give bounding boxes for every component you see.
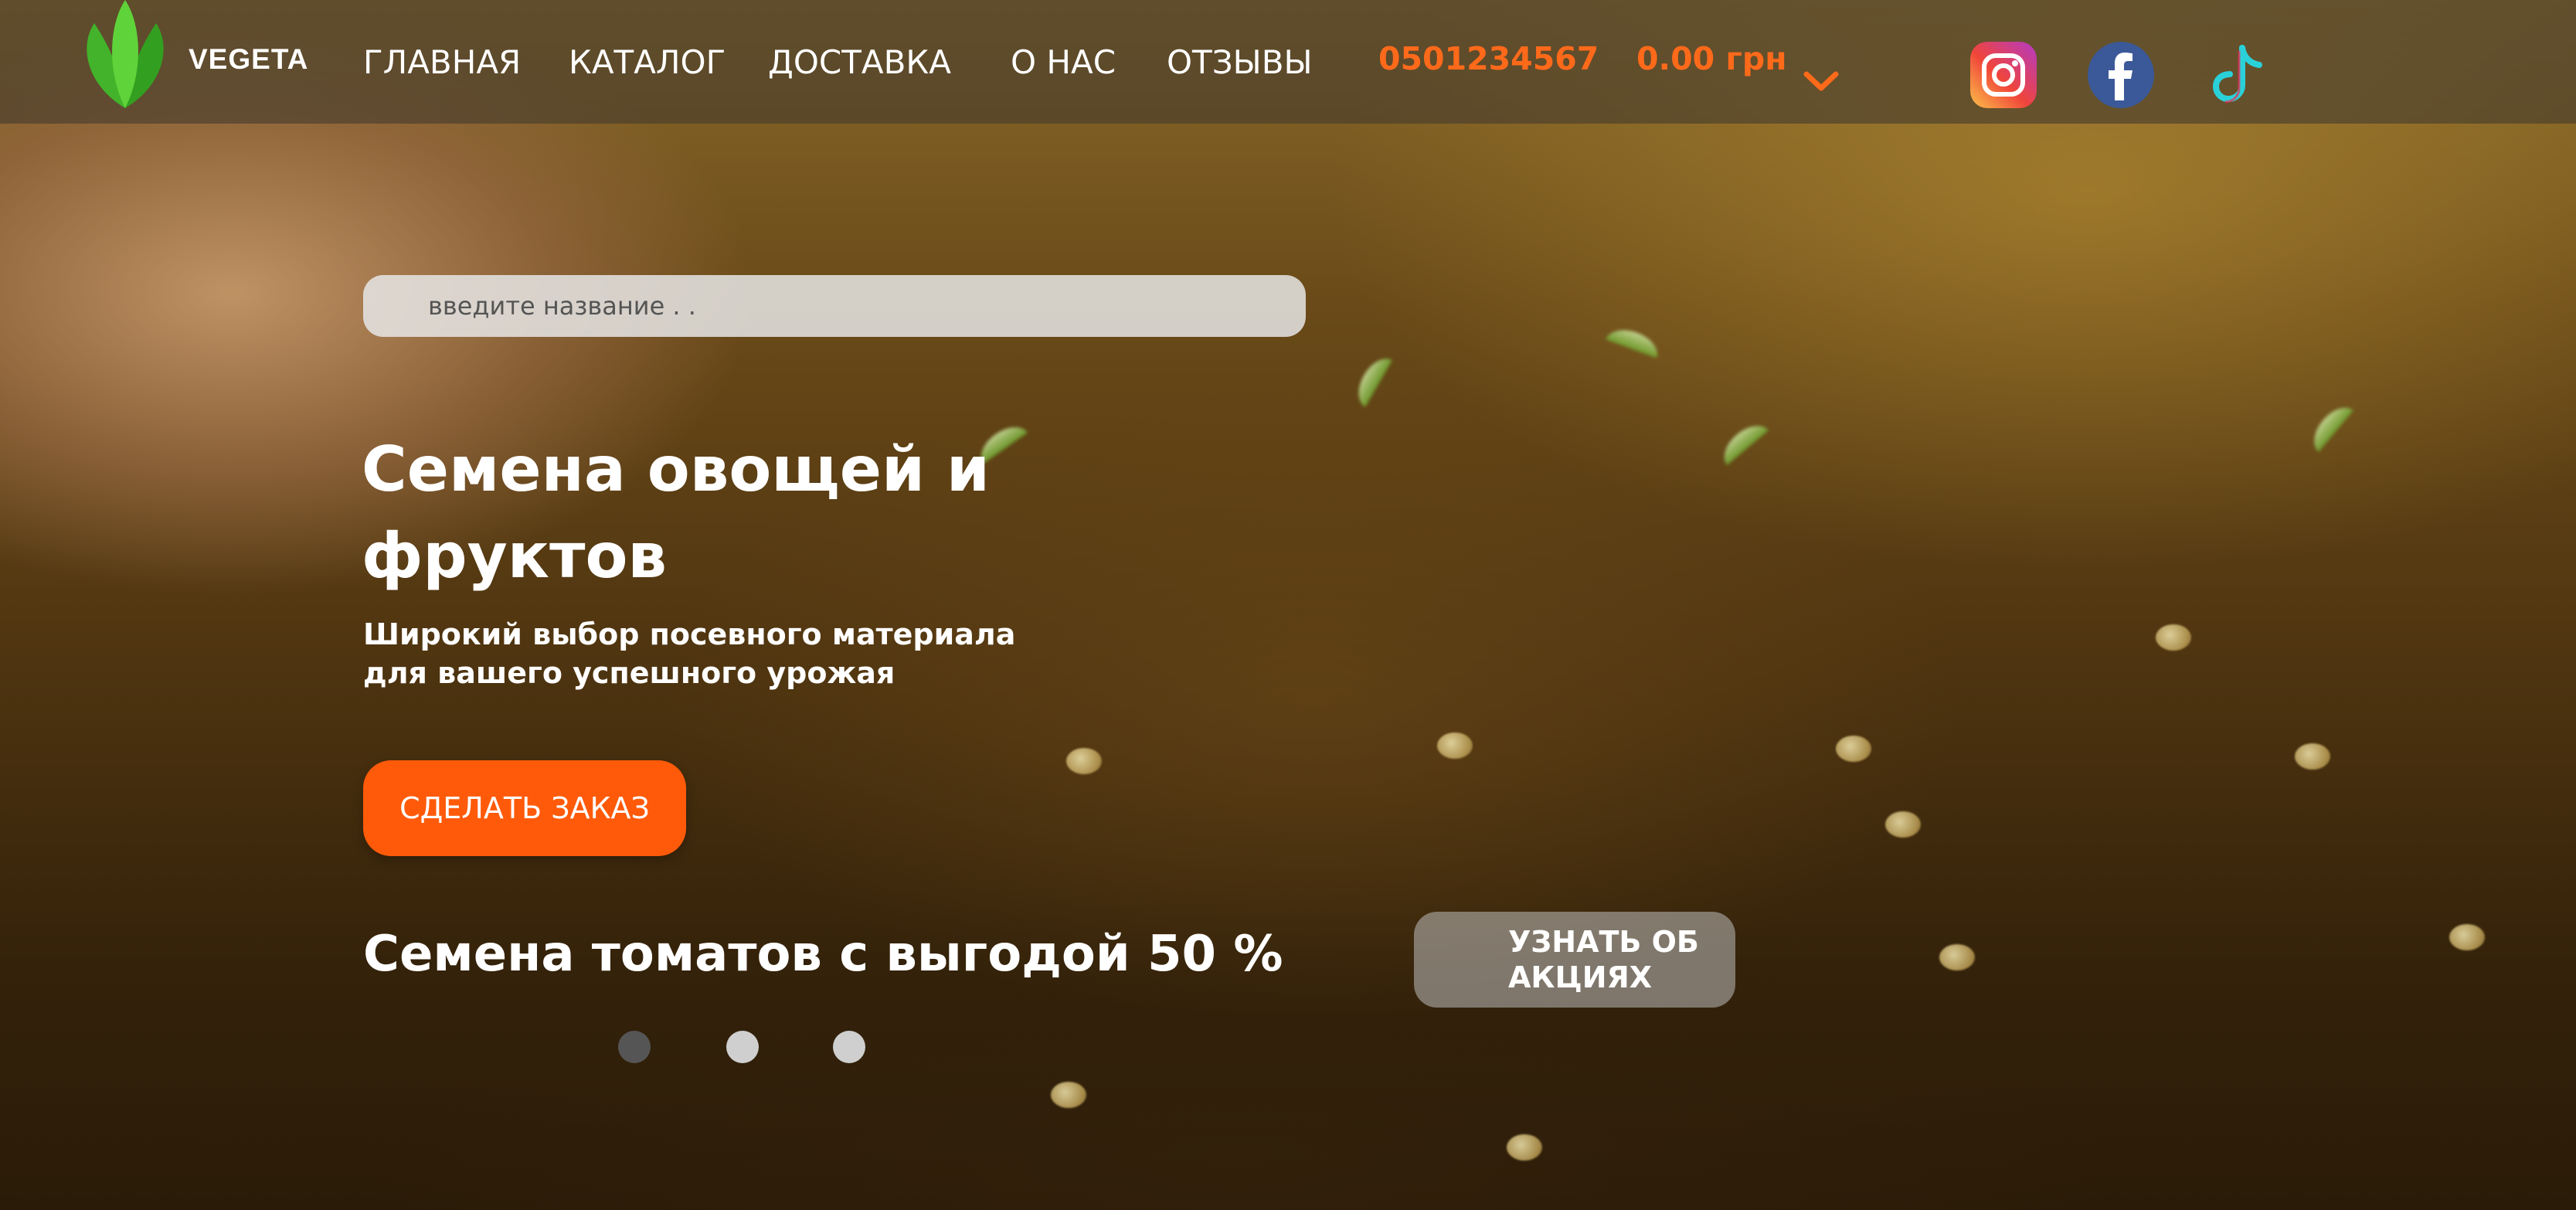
facebook-icon[interactable] bbox=[2088, 42, 2154, 108]
hero-subtitle-line1: Широкий выбор посевного материала bbox=[363, 617, 1016, 651]
cart-total[interactable]: 0.00 грн bbox=[1636, 40, 1787, 77]
seed-decoration bbox=[2449, 924, 2485, 950]
seed-decoration bbox=[1885, 811, 1921, 838]
seed-decoration bbox=[1066, 748, 1102, 774]
sprout-decoration bbox=[1716, 417, 1769, 465]
nav-item-home[interactable]: ГЛАВНАЯ bbox=[363, 43, 521, 81]
learn-promotions-button[interactable]: УЗНАТЬ ОБ АКЦИЯХ bbox=[1414, 912, 1735, 1008]
nav-item-delivery[interactable]: ДОСТАВКА bbox=[768, 43, 951, 81]
hero-title: Семена овощей и фруктов bbox=[362, 433, 990, 592]
seed-decoration bbox=[1437, 732, 1473, 759]
promo-button-line1: УЗНАТЬ ОБ bbox=[1508, 925, 1699, 959]
sprout-decoration bbox=[1606, 323, 1663, 359]
carousel-dot-2[interactable] bbox=[726, 1031, 759, 1063]
phone-number[interactable]: 0501234567 bbox=[1378, 40, 1599, 77]
logo-leaf-icon[interactable] bbox=[71, 0, 179, 114]
nav-item-reviews[interactable]: ОТЗЫВЫ bbox=[1167, 43, 1313, 81]
nav-item-catalog[interactable]: КАТАЛОГ bbox=[569, 43, 726, 81]
promo-text: Семена томатов с выгодой 50 % bbox=[363, 926, 1283, 983]
search-input[interactable] bbox=[363, 275, 1306, 337]
seed-decoration bbox=[1836, 736, 1871, 762]
top-navigation-bar: VEGETA ГЛАВНАЯ КАТАЛОГ ДОСТАВКА О НАС ОТ… bbox=[0, 0, 2576, 124]
hero-background bbox=[0, 0, 2576, 1210]
tiktok-icon[interactable] bbox=[2205, 42, 2272, 108]
seed-decoration bbox=[2295, 743, 2330, 770]
nav-item-about[interactable]: О НАС bbox=[1011, 43, 1116, 81]
place-order-button[interactable]: СДЕЛАТЬ ЗАКАЗ bbox=[363, 760, 686, 856]
chevron-down-icon[interactable] bbox=[1803, 70, 1839, 93]
seed-decoration bbox=[1051, 1082, 1086, 1108]
seed-decoration bbox=[1507, 1134, 1542, 1161]
instagram-icon[interactable] bbox=[1970, 42, 2037, 108]
promo-button-line2: АКЦИЯХ bbox=[1508, 960, 1653, 994]
hero-subtitle: Широкий выбор посевного материала для ва… bbox=[363, 615, 1136, 692]
seed-decoration bbox=[1939, 944, 1975, 970]
brand-name[interactable]: VEGETA bbox=[189, 43, 308, 76]
seed-decoration bbox=[2156, 624, 2191, 651]
hero-subtitle-line2: для вашего успешного урожая bbox=[363, 656, 895, 690]
sprout-decoration bbox=[2306, 399, 2353, 452]
carousel-dot-3[interactable] bbox=[833, 1031, 865, 1063]
carousel-dot-1[interactable] bbox=[618, 1031, 651, 1063]
sprout-decoration bbox=[1350, 352, 1393, 407]
